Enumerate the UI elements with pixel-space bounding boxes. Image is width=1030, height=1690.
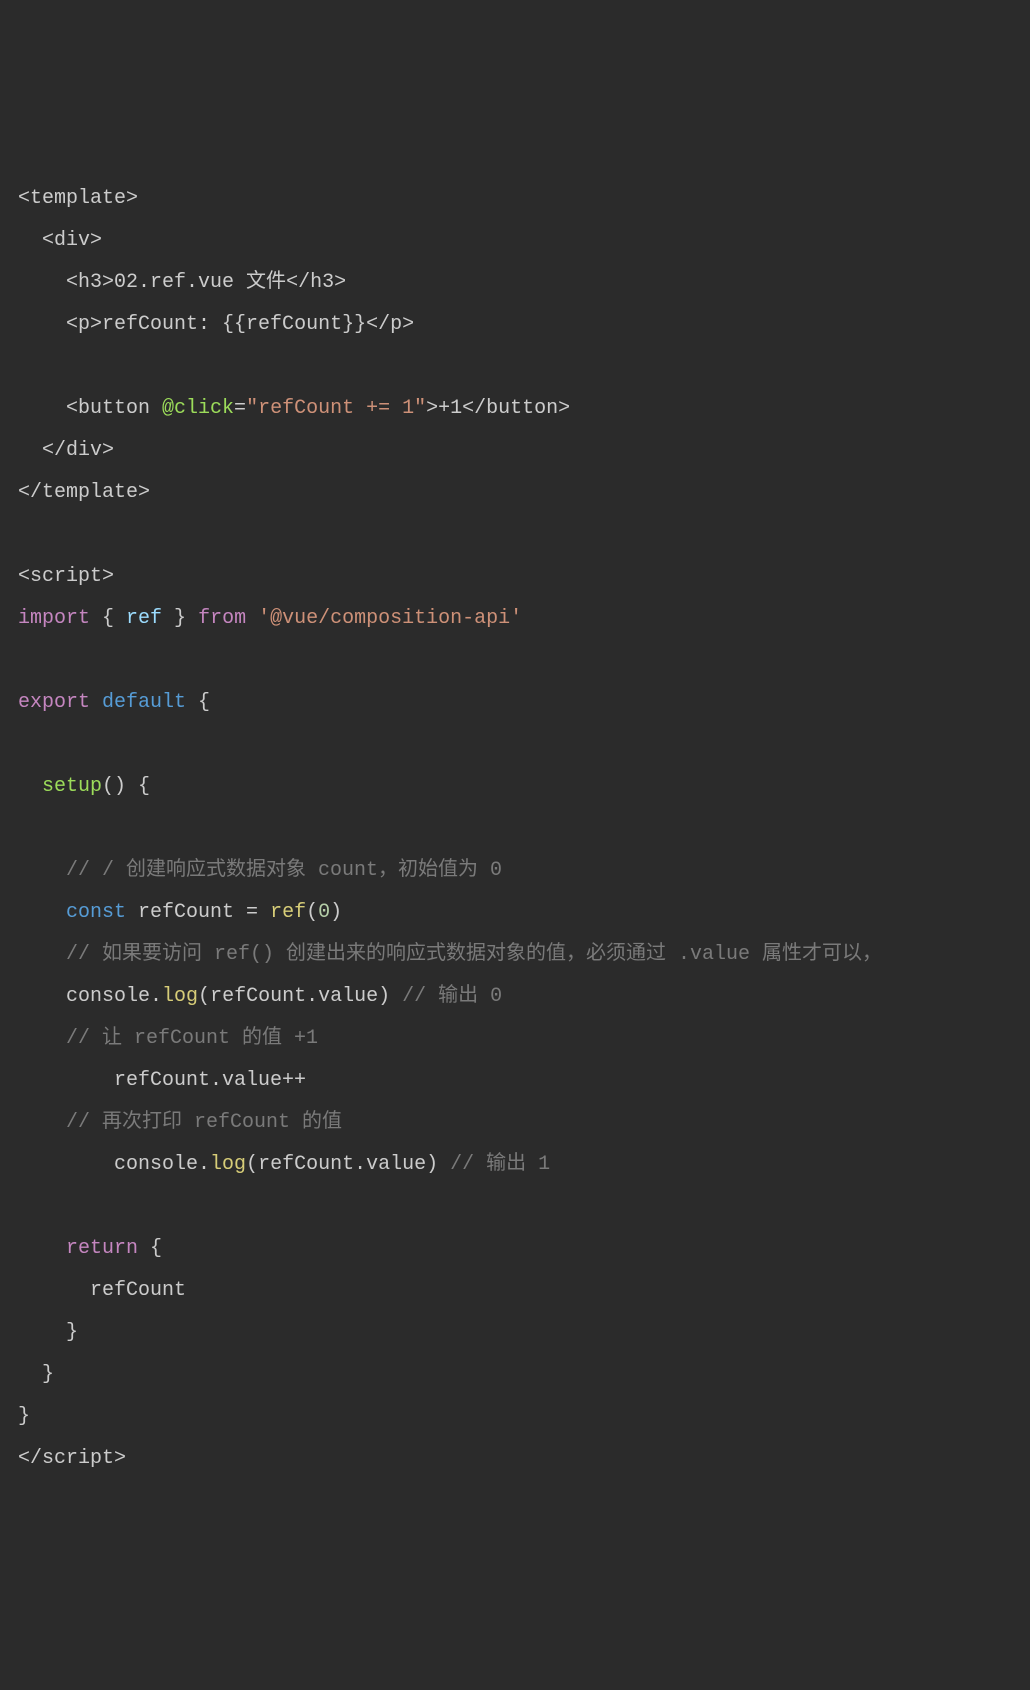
code-editor: <template> <div> <h3>02.ref.vue 文件</h3> … xyxy=(18,178,1012,1480)
code-token: ( xyxy=(198,985,210,1008)
code-token: refCount.value xyxy=(210,985,378,1008)
code-token: // 如果要访问 ref() 创建出来的响应式数据对象的值，必须通过 .valu… xyxy=(66,943,882,966)
code-token: <button xyxy=(66,397,162,420)
code-token: 0 xyxy=(318,901,330,924)
code-token: default xyxy=(90,691,198,714)
code-token: export xyxy=(18,691,90,714)
code-token: <script> xyxy=(18,565,114,588)
code-token: // 让 refCount 的值 +1 xyxy=(66,1027,318,1050)
code-token: // 输出 0 xyxy=(402,985,502,1008)
code-token: // 再次打印 refCount 的值 xyxy=(66,1111,342,1134)
code-token: console. xyxy=(114,1153,210,1176)
code-token: <div> xyxy=(42,229,102,252)
code-token: log xyxy=(210,1153,246,1176)
code-token: } xyxy=(18,1405,30,1428)
code-token: { xyxy=(90,607,126,630)
code-token: import xyxy=(18,607,90,630)
code-token: log xyxy=(162,985,198,1008)
code-token: refCount: {{refCount}} xyxy=(102,313,366,336)
code-token: ) xyxy=(378,985,402,1008)
code-token: </h3> xyxy=(286,271,346,294)
code-token: refCount = xyxy=(138,901,270,924)
code-token: 02.ref.vue 文件 xyxy=(114,271,286,294)
code-token: ref xyxy=(270,901,306,924)
code-token: </button> xyxy=(462,397,570,420)
code-token: ( xyxy=(246,1153,258,1176)
code-token: </script> xyxy=(18,1447,126,1470)
code-token: </template> xyxy=(18,481,150,504)
code-token: } xyxy=(42,1363,54,1386)
code-token: </p> xyxy=(366,313,414,336)
code-token: = xyxy=(234,397,246,420)
code-token: // 输出 1 xyxy=(450,1153,550,1176)
code-token: <h3> xyxy=(66,271,114,294)
code-token: ref xyxy=(126,607,162,630)
code-token: ) xyxy=(426,1153,450,1176)
code-token: { xyxy=(198,691,210,714)
code-token: console. xyxy=(66,985,162,1008)
code-token: refCount xyxy=(90,1279,186,1302)
code-token: setup xyxy=(42,775,102,798)
code-token: @click xyxy=(162,397,234,420)
code-token: ( xyxy=(306,901,318,924)
code-token: > xyxy=(426,397,438,420)
code-token: return xyxy=(66,1237,138,1260)
code-token: // / 创建响应式数据对象 count，初始值为 0 xyxy=(66,859,502,882)
code-token: ) xyxy=(330,901,342,924)
code-token: <p> xyxy=(66,313,102,336)
code-token: </div> xyxy=(42,439,114,462)
code-token: { xyxy=(138,1237,162,1260)
code-token: const xyxy=(66,901,138,924)
code-token: "refCount += 1" xyxy=(246,397,426,420)
code-token: +1 xyxy=(438,397,462,420)
code-token: '@vue/composition-api' xyxy=(246,607,522,630)
code-token: } xyxy=(66,1321,78,1344)
code-token: refCount.value++ xyxy=(114,1069,306,1092)
code-token: from xyxy=(198,607,246,630)
code-token: } xyxy=(162,607,198,630)
code-token: () { xyxy=(102,775,150,798)
code-token: refCount.value xyxy=(258,1153,426,1176)
code-token: <template> xyxy=(18,187,138,210)
